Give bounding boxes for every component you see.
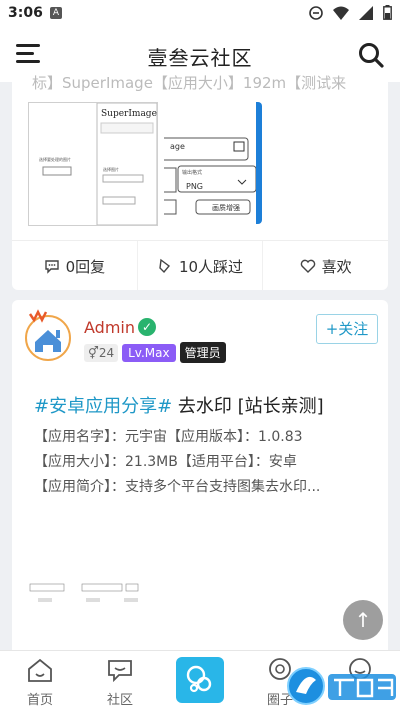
- role-badge: 管理员: [179, 342, 226, 363]
- home-icon: [28, 658, 52, 682]
- notification-a-icon: A: [50, 7, 62, 19]
- comment-button[interactable]: 0回复: [12, 241, 138, 290]
- status-icons: [309, 5, 392, 20]
- thumb-right-title: age: [170, 142, 185, 151]
- user-tags: ⚥24 Lv.Max 管理员: [84, 342, 226, 363]
- gender-age-badge: ⚥24: [84, 343, 119, 362]
- status-bar: 3:06 A: [0, 0, 400, 28]
- post-line-2: 【应用大小】：21.3MB【适用平台】：安卓: [34, 454, 297, 470]
- thumb-title: SuperImage: [101, 109, 157, 119]
- topic-hashtag[interactable]: #安卓应用分享#: [34, 396, 172, 417]
- verified-icon: ✓: [138, 318, 156, 336]
- post-card[interactable]: 标】SuperImage【应用大小】192m【测试来 选择要处理的图片 选择图片…: [12, 72, 388, 290]
- nav-community[interactable]: 社区: [90, 657, 150, 708]
- svg-text:选择图片: 选择图片: [103, 166, 119, 172]
- gender-icon: ⚥: [88, 345, 99, 360]
- screenshot-thumbnail: 选择要处理的图片 选择图片: [39, 102, 158, 226]
- screenshot-thumbnail-2: 输出格式: [164, 137, 256, 215]
- comment-count: 0回复: [65, 257, 106, 276]
- post-image[interactable]: 选择要处理的图片 选择图片 SuperImage: [28, 102, 158, 226]
- site-watermark-logo: [287, 667, 396, 705]
- footprint-icon: [159, 258, 170, 274]
- follow-button[interactable]: +关注: [316, 314, 378, 344]
- post-line-3: 【应用简介】：支持多个平台支持图集去水印...: [34, 479, 321, 495]
- post-excerpt: 标】SuperImage【应用大小】192m【测试来: [32, 74, 347, 92]
- like-button[interactable]: 喜欢: [263, 241, 388, 290]
- search-icon[interactable]: [356, 40, 386, 70]
- post-line-1: 【应用名字】：元宇宙【应用版本】：1.0.83: [34, 429, 303, 445]
- username[interactable]: Admin: [84, 318, 135, 337]
- thumb-format: PNG: [186, 182, 204, 191]
- dnd-icon: [309, 5, 323, 20]
- scroll-top-button[interactable]: ↑: [343, 600, 383, 640]
- avatar[interactable]: [20, 306, 76, 362]
- svg-text:选择要处理的图片: 选择要处理的图片: [39, 156, 71, 162]
- nav-center-button[interactable]: [176, 657, 224, 703]
- nav-home-label: 首页: [26, 693, 53, 708]
- chat-icon: [108, 660, 132, 683]
- like-label: 喜欢: [321, 257, 352, 276]
- post-card[interactable]: Admin ✓ ⚥24 Lv.Max 管理员 +关注 #安卓应用分享# 去水印 …: [12, 300, 388, 660]
- post-actions: 0回复 10人踩过 喜欢: [12, 240, 388, 290]
- nav-home[interactable]: 首页: [10, 657, 70, 708]
- wifi-icon: [333, 6, 349, 20]
- nav-community-label: 社区: [106, 693, 133, 708]
- thumb-enhance: 画质增强: [212, 204, 240, 212]
- heart-icon: [300, 259, 315, 273]
- page-title: 壹叁云社区: [147, 46, 253, 70]
- post-image[interactable]: [28, 582, 158, 610]
- views-count: 10人踩过: [178, 257, 244, 276]
- status-time: 3:06: [8, 5, 43, 21]
- arrow-up-icon: ↑: [354, 608, 372, 632]
- level-badge: Lv.Max: [122, 343, 176, 362]
- bubbles-icon: [186, 665, 212, 693]
- svg-text:输出格式: 输出格式: [182, 169, 202, 176]
- views-button[interactable]: 10人踩过: [138, 241, 264, 290]
- post-title[interactable]: #安卓应用分享# 去水印 [站长亲测]: [34, 392, 324, 418]
- comment-icon: [44, 260, 59, 274]
- post-image-2[interactable]: 输出格式 age PNG 画质增强: [164, 102, 262, 224]
- signal-icon: [359, 5, 373, 20]
- battery-icon: [383, 5, 392, 20]
